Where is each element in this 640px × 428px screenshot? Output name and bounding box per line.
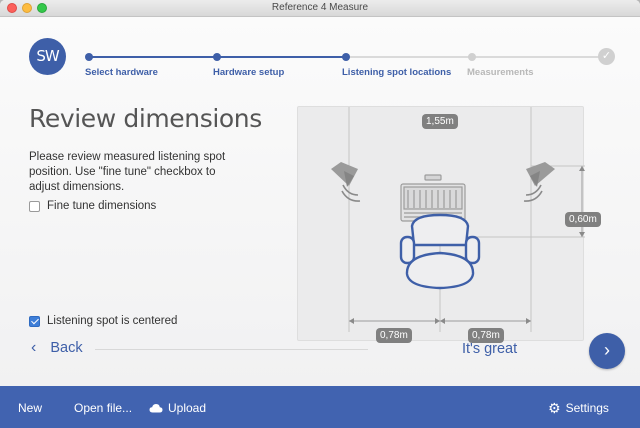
room-diagram: 1,55m 0,60m 0,78m 0,78m <box>297 106 601 343</box>
centered-checkbox[interactable] <box>29 315 40 327</box>
gear-icon: ⚙ <box>548 400 561 416</box>
step-dot-select-hardware[interactable] <box>85 53 93 61</box>
footer-toolbar: New Open file... Upload ⚙ Settings <box>0 386 640 428</box>
step-label-hardware-setup[interactable]: Hardware setup <box>213 67 284 78</box>
chevron-right-icon: › <box>604 340 610 360</box>
app-window: Reference 4 Measure SW ✓ Select hardware… <box>0 0 640 428</box>
fine-tune-checkbox[interactable] <box>29 200 40 212</box>
step-label-select-hardware[interactable]: Select hardware <box>85 67 158 78</box>
back-button[interactable]: ‹ Back <box>31 339 83 357</box>
open-file-button[interactable]: Open file... <box>74 401 132 415</box>
step-dot-hardware-setup[interactable] <box>213 53 221 61</box>
confirm-link[interactable]: It's great <box>462 341 517 357</box>
window-title: Reference 4 Measure <box>271 2 369 13</box>
centered-row[interactable]: Listening spot is centered <box>29 315 177 327</box>
step-dot-listening-spot[interactable] <box>342 53 350 61</box>
upload-button[interactable]: Upload <box>149 401 206 415</box>
settings-label: Settings <box>565 401 609 415</box>
page-title: Review dimensions <box>29 104 262 133</box>
fine-tune-row[interactable]: Fine tune dimensions <box>29 200 156 212</box>
left-speaker-icon <box>331 162 361 202</box>
nav-divider <box>95 349 368 350</box>
step-label-listening-spot[interactable]: Listening spot locations <box>342 67 451 78</box>
main-content: SW ✓ Select hardware Hardware setup List… <box>0 17 640 386</box>
progress-line-pending <box>346 56 606 58</box>
back-label: Back <box>50 340 83 356</box>
centered-label[interactable]: Listening spot is centered <box>47 315 177 327</box>
cloud-upload-icon <box>149 404 163 413</box>
room-diagram-svg <box>331 107 585 332</box>
fine-tune-label[interactable]: Fine tune dimensions <box>47 200 156 212</box>
depth-dimension-badge: 0,60m <box>565 212 601 227</box>
instructions-text: Please review measured listening spot po… <box>29 151 226 193</box>
progress-steps: ✓ Select hardware Hardware setup Listeni… <box>0 17 640 87</box>
finish-check-icon: ✓ <box>598 48 615 65</box>
left-offset-badge: 0,78m <box>376 328 412 343</box>
open-file-label: Open file... <box>74 401 133 415</box>
step-dot-measurements <box>468 53 476 61</box>
upload-label: Upload <box>168 401 207 415</box>
chevron-left-icon: ‹ <box>31 339 37 356</box>
width-dimension-badge: 1,55m <box>422 114 458 129</box>
settings-button[interactable]: ⚙ Settings <box>548 401 609 415</box>
next-button[interactable]: › <box>589 333 625 369</box>
step-label-measurements: Measurements <box>467 67 534 78</box>
new-label: New <box>18 401 43 415</box>
right-speaker-icon <box>523 162 555 202</box>
new-button[interactable]: New <box>18 401 42 415</box>
title-bar: Reference 4 Measure <box>0 0 640 17</box>
